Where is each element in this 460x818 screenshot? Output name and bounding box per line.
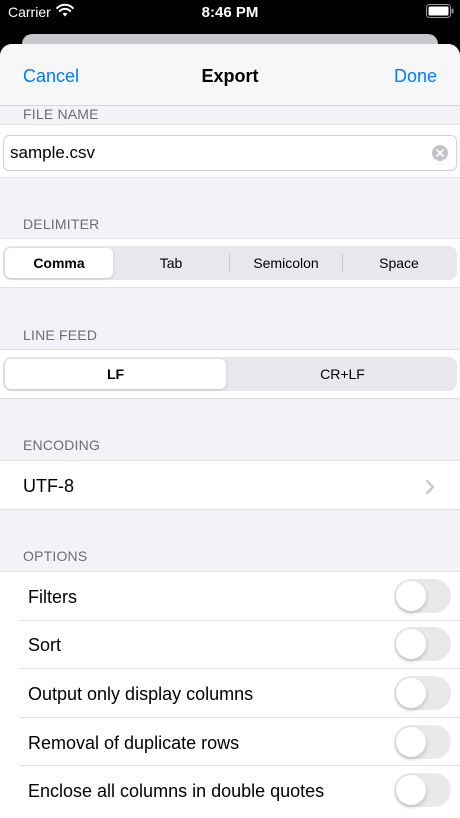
line-feed-option-lf[interactable]: LF <box>5 359 226 389</box>
clear-text-button[interactable] <box>432 145 448 161</box>
toggle-knob <box>396 775 426 805</box>
toggle-knob <box>396 629 426 659</box>
file-name-input[interactable] <box>10 136 420 170</box>
export-sheet: Cancel Export Done FILE NAME DELIMITER C… <box>0 44 460 818</box>
toggle-knob <box>396 727 426 757</box>
line-feed-segmented-control: LF CR+LF <box>3 357 457 391</box>
row-divider <box>20 717 460 718</box>
battery-icon <box>426 4 454 18</box>
clear-icon <box>436 149 444 157</box>
line-feed-header: LINE FEED <box>23 327 98 343</box>
row-divider <box>20 668 460 669</box>
delimiter-header: DELIMITER <box>23 216 100 232</box>
navigation-bar: Cancel Export Done <box>0 44 460 106</box>
delimiter-option-semicolon[interactable]: Semicolon <box>230 248 342 278</box>
encoding-header: ENCODING <box>23 437 101 453</box>
toggle-knob <box>396 678 426 708</box>
option-label-double-quotes: Enclose all columns in double quotes <box>28 781 325 801</box>
filters-toggle[interactable] <box>394 579 451 613</box>
delimiter-option-comma[interactable]: Comma <box>5 248 113 278</box>
status-bar: Carrier 8:46 PM <box>0 0 460 28</box>
done-button[interactable]: Done <box>394 66 437 87</box>
page-title: Export <box>201 66 259 86</box>
options-header: OPTIONS <box>23 548 88 564</box>
remove-duplicates-toggle[interactable] <box>394 725 451 759</box>
sort-toggle[interactable] <box>394 627 451 661</box>
delimiter-option-space[interactable]: Space <box>343 248 455 278</box>
delimiter-option-tab[interactable]: Tab <box>115 248 227 278</box>
delimiter-segmented-control: Comma Tab Semicolon Space <box>3 246 457 280</box>
option-label-sort: Sort <box>28 635 62 655</box>
toggle-knob <box>396 581 426 611</box>
chevron-right-icon <box>425 479 435 495</box>
display-columns-toggle[interactable] <box>394 676 451 710</box>
row-divider <box>20 765 460 766</box>
row-divider <box>20 620 460 621</box>
file-name-field <box>3 135 457 171</box>
option-label-filters: Filters <box>28 587 77 607</box>
option-label-display-columns: Output only display columns <box>28 684 254 704</box>
clock-label: 8:46 PM <box>201 4 259 21</box>
encoding-value: UTF-8 <box>23 476 74 496</box>
line-feed-option-crlf[interactable]: CR+LF <box>230 359 455 389</box>
double-quotes-toggle[interactable] <box>394 773 451 807</box>
option-label-remove-duplicates: Removal of duplicate rows <box>28 733 240 753</box>
file-name-header: FILE NAME <box>23 106 99 122</box>
